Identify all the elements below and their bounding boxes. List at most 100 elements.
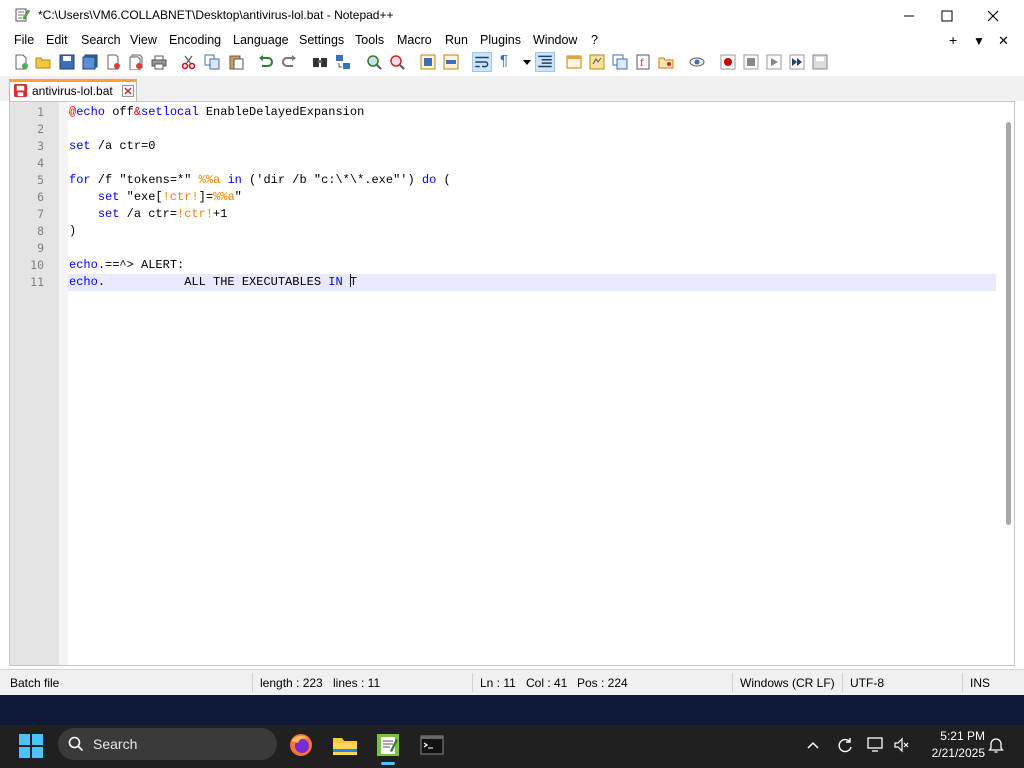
menu-settings[interactable]: Settings [299, 33, 344, 47]
doc-list-icon[interactable] [612, 54, 628, 70]
monitoring-icon[interactable] [689, 54, 705, 70]
find-icon[interactable] [312, 54, 328, 70]
menu-file[interactable]: File [14, 33, 34, 47]
new-tab-button[interactable]: + [949, 32, 957, 48]
open-file-icon[interactable] [35, 54, 51, 70]
taskbar-search-box[interactable]: Search [58, 728, 277, 760]
udl-icon[interactable] [566, 54, 582, 70]
undo-icon[interactable] [258, 54, 274, 70]
clock-time[interactable]: 5:21 PM [900, 729, 985, 743]
close-tab-button[interactable]: ✕ [998, 33, 1009, 49]
new-file-icon[interactable] [13, 54, 29, 70]
windows-start-icon[interactable] [18, 733, 44, 759]
menu-bar: File Edit Search View Encoding Language … [0, 31, 1024, 51]
menu-edit[interactable]: Edit [46, 33, 68, 47]
play-macro-icon[interactable] [766, 54, 782, 70]
toolbar: ¶ f [0, 51, 1024, 74]
code-line[interactable]: ) [69, 223, 76, 240]
stop-macro-icon[interactable] [743, 54, 759, 70]
status-insert-mode[interactable]: INS [970, 676, 990, 690]
status-encoding[interactable]: UTF-8 [850, 676, 884, 690]
show-all-characters-icon[interactable]: ¶ [500, 52, 516, 69]
title-bar: *C:\Users\VM6.COLLABNET\Desktop\antiviru… [0, 0, 1024, 31]
status-divider [732, 673, 733, 692]
show-hidden-icons-icon[interactable] [805, 738, 821, 754]
notepadpp-taskbar-icon[interactable] [374, 731, 402, 759]
zoom-in-icon[interactable] [366, 54, 382, 70]
menu-help[interactable]: ? [591, 33, 598, 47]
function-list-icon[interactable]: f [635, 54, 651, 70]
maximize-button[interactable] [924, 0, 970, 31]
sync-icon[interactable] [836, 736, 854, 754]
tab-antivirus-lol-bat[interactable]: antivirus-lol.bat [9, 79, 137, 101]
save-macro-icon[interactable] [812, 54, 828, 70]
vertical-scrollbar[interactable] [1002, 102, 1014, 665]
editor-area[interactable]: 1 2 3 4 5 6 7 8 9 10 11 @echo off&setloc… [9, 101, 1015, 666]
line-number: 4 [37, 156, 44, 170]
tab-close-icon[interactable] [122, 85, 134, 97]
code-line[interactable]: set /a ctr=!ctr!+1 [69, 206, 228, 223]
code-line[interactable]: set "exe[!ctr!]=%%a" [69, 189, 242, 206]
paste-icon[interactable] [228, 54, 244, 70]
menu-search[interactable]: Search [81, 33, 121, 47]
run-macro-multiple-icon[interactable] [789, 54, 805, 70]
code-line[interactable]: @echo off&setlocal EnableDelayedExpansio… [69, 104, 364, 121]
record-macro-icon[interactable] [720, 54, 736, 70]
line-number: 9 [37, 241, 44, 255]
text-caret [350, 274, 352, 287]
print-icon[interactable] [151, 54, 167, 70]
line-number: 2 [37, 122, 44, 136]
status-eol[interactable]: Windows (CR LF) [740, 676, 835, 690]
dropdown-arrow-icon[interactable] [519, 54, 535, 70]
zoom-out-icon[interactable] [389, 54, 405, 70]
line-number: 10 [30, 258, 44, 272]
copy-icon[interactable] [204, 54, 220, 70]
word-wrap-icon [475, 56, 489, 68]
menu-language[interactable]: Language [233, 33, 289, 47]
network-icon[interactable] [867, 736, 887, 754]
line-number: 11 [30, 275, 44, 289]
unsaved-file-icon [13, 83, 28, 98]
code-line[interactable]: set /a ctr=0 [69, 138, 155, 155]
file-explorer-icon[interactable] [331, 731, 359, 759]
menu-view[interactable]: View [130, 33, 157, 47]
menu-run[interactable]: Run [445, 33, 468, 47]
indent-guide-button[interactable] [535, 52, 555, 72]
menu-plugins[interactable]: Plugins [480, 33, 521, 47]
minimize-icon [904, 15, 914, 16]
tab-list-button[interactable]: ▼ [973, 34, 985, 48]
status-lines: lines : 11 [333, 676, 381, 690]
notification-bell-icon[interactable] [988, 736, 1004, 754]
terminal-icon[interactable] [418, 731, 446, 759]
line-number: 5 [37, 173, 44, 187]
menu-tools[interactable]: Tools [355, 33, 384, 47]
cut-icon[interactable] [181, 54, 197, 70]
close-file-icon[interactable] [105, 54, 121, 70]
menu-encoding[interactable]: Encoding [169, 33, 221, 47]
indent-guide-icon [538, 55, 552, 68]
clock-date[interactable]: 2/21/2025 [900, 746, 985, 760]
sync-horizontal-icon[interactable] [443, 54, 459, 70]
code-line[interactable]: echo. ALL THE EXECUTABLES IN T [69, 274, 357, 291]
status-divider [252, 673, 253, 692]
word-wrap-button[interactable] [472, 52, 492, 72]
close-window-button[interactable] [970, 0, 1016, 31]
close-all-icon[interactable] [128, 54, 144, 70]
status-divider [962, 673, 963, 692]
status-filetype: Batch file [10, 676, 60, 690]
save-all-icon[interactable] [82, 54, 98, 70]
menu-macro[interactable]: Macro [397, 33, 432, 47]
redo-icon[interactable] [281, 54, 297, 70]
doc-map-icon[interactable] [589, 54, 605, 70]
folder-workspace-icon[interactable] [658, 54, 674, 70]
save-icon[interactable] [59, 54, 75, 70]
menu-window[interactable]: Window [533, 33, 577, 47]
replace-icon[interactable] [335, 54, 351, 70]
code-line[interactable]: for /f "tokens=*" %%a in ('dir /b "c:\*\… [69, 172, 451, 189]
firefox-icon[interactable] [287, 731, 315, 759]
notepadpp-app-icon [15, 8, 30, 22]
line-number: 6 [37, 190, 44, 204]
code-line[interactable]: echo.==^> ALERT: [69, 257, 184, 274]
sync-vertical-icon[interactable] [420, 54, 436, 70]
scrollbar-thumb[interactable] [1006, 122, 1011, 525]
